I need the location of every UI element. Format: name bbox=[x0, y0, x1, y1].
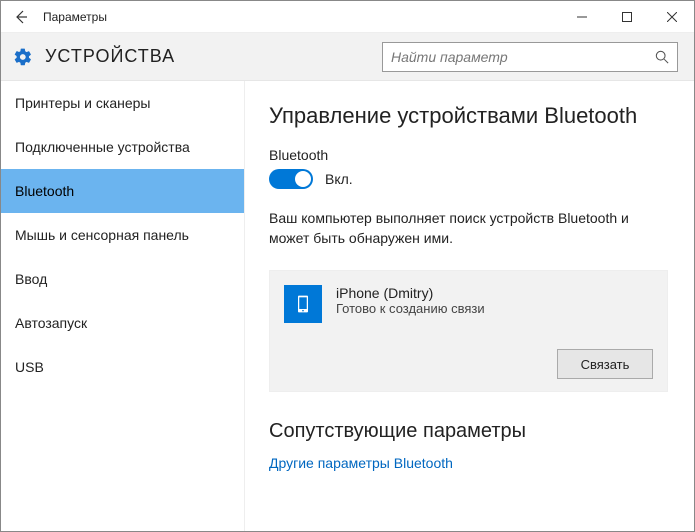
toggle-label: Bluetooth bbox=[269, 147, 668, 163]
main-content: Управление устройствами Bluetooth Blueto… bbox=[245, 81, 694, 531]
toggle-state-text: Вкл. bbox=[325, 171, 353, 187]
title-bar: Параметры bbox=[1, 1, 694, 33]
bluetooth-toggle[interactable] bbox=[269, 169, 313, 189]
sidebar-item-connected-devices[interactable]: Подключенные устройства bbox=[1, 125, 244, 169]
device-text: iPhone (Dmitry) Готово к созданию связи bbox=[336, 285, 485, 316]
close-icon bbox=[667, 12, 677, 22]
minimize-icon bbox=[577, 12, 587, 22]
sidebar-item-printers[interactable]: Принтеры и сканеры bbox=[1, 81, 244, 125]
window-controls bbox=[559, 1, 694, 33]
sidebar-item-autoplay[interactable]: Автозапуск bbox=[1, 301, 244, 345]
window-title: Параметры bbox=[41, 10, 559, 24]
search-box[interactable] bbox=[382, 42, 678, 72]
device-card[interactable]: iPhone (Dmitry) Готово к созданию связи … bbox=[269, 270, 668, 392]
bluetooth-toggle-row: Вкл. bbox=[269, 169, 668, 189]
sidebar: Принтеры и сканеры Подключенные устройст… bbox=[1, 81, 245, 531]
page-header: УСТРОЙСТВА bbox=[1, 33, 694, 81]
sidebar-item-mouse-touchpad[interactable]: Мышь и сенсорная панель bbox=[1, 213, 244, 257]
related-heading: Сопутствующие параметры bbox=[269, 420, 668, 443]
close-button[interactable] bbox=[649, 1, 694, 33]
search-input[interactable] bbox=[391, 49, 655, 65]
device-status: Готово к созданию связи bbox=[336, 301, 485, 316]
phone-icon bbox=[284, 285, 322, 323]
sidebar-item-bluetooth[interactable]: Bluetooth bbox=[1, 169, 244, 213]
toggle-knob bbox=[295, 171, 311, 187]
gear-icon bbox=[13, 47, 33, 67]
back-button[interactable] bbox=[1, 1, 41, 33]
more-bluetooth-settings-link[interactable]: Другие параметры Bluetooth bbox=[269, 455, 668, 471]
device-actions: Связать bbox=[284, 349, 653, 379]
minimize-button[interactable] bbox=[559, 1, 604, 33]
content-body: Принтеры и сканеры Подключенные устройст… bbox=[1, 81, 694, 531]
search-icon bbox=[655, 50, 669, 64]
device-row: iPhone (Dmitry) Готово к созданию связи bbox=[284, 285, 653, 323]
device-name: iPhone (Dmitry) bbox=[336, 285, 485, 301]
section-heading: Управление устройствами Bluetooth bbox=[269, 103, 668, 129]
pair-button[interactable]: Связать bbox=[557, 349, 653, 379]
bluetooth-info-text: Ваш компьютер выполняет поиск устройств … bbox=[269, 209, 668, 248]
sidebar-item-usb[interactable]: USB bbox=[1, 345, 244, 389]
arrow-left-icon bbox=[13, 9, 29, 25]
maximize-button[interactable] bbox=[604, 1, 649, 33]
maximize-icon bbox=[622, 12, 632, 22]
page-title: УСТРОЙСТВА bbox=[45, 46, 382, 67]
sidebar-item-typing[interactable]: Ввод bbox=[1, 257, 244, 301]
